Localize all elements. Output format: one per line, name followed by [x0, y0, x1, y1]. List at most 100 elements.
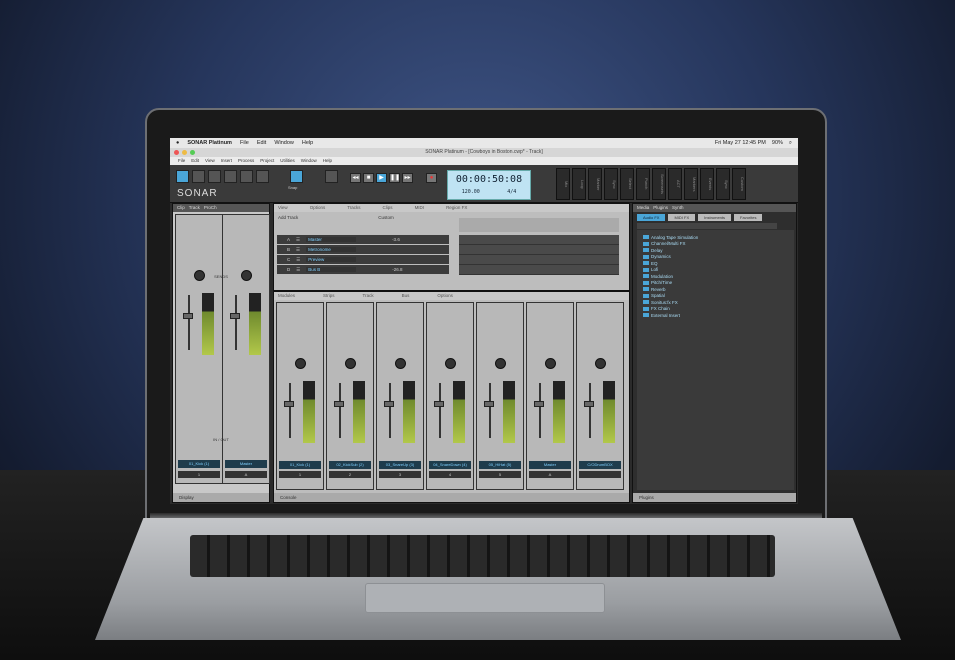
module-markers[interactable]: Markers — [684, 168, 698, 200]
track-row[interactable]: A ☰ Master -3.6 — [277, 235, 449, 244]
pan-knob[interactable] — [495, 358, 506, 369]
trackview-menu[interactable]: Options — [310, 204, 326, 212]
volume-fader[interactable] — [539, 383, 541, 438]
module-mix[interactable]: Mix — [556, 168, 570, 200]
console-menu[interactable]: Track — [363, 292, 374, 300]
fader-cap[interactable] — [484, 401, 494, 407]
tab-clip[interactable]: Clip — [177, 204, 185, 212]
fader-cap[interactable] — [230, 313, 240, 319]
apple-icon[interactable]: ● — [176, 140, 179, 146]
forward-button[interactable]: ▸▸ — [402, 173, 413, 183]
track-name[interactable]: Bus B — [306, 267, 357, 272]
zoom-button[interactable] — [190, 150, 195, 155]
volume-fader[interactable] — [389, 383, 391, 438]
volume-fader[interactable] — [439, 383, 441, 438]
console-menu[interactable]: Bus — [402, 292, 410, 300]
tab-synth[interactable]: Synth — [672, 204, 684, 212]
strip-name[interactable]: Master — [529, 461, 571, 469]
fader-cap[interactable] — [334, 401, 344, 407]
track-name[interactable]: Metronome — [306, 247, 357, 252]
add-track-button[interactable]: Add Track — [278, 215, 298, 220]
pan-knob[interactable] — [445, 358, 456, 369]
app-menu-item[interactable]: Window — [301, 157, 317, 165]
module-sync[interactable]: Sync — [604, 168, 618, 200]
module-loop[interactable]: Loop — [572, 168, 586, 200]
app-menu-item[interactable]: Utilities — [280, 157, 295, 165]
snap-button[interactable] — [290, 170, 303, 183]
menu-file[interactable]: File — [240, 140, 249, 146]
app-menu-item[interactable]: Insert — [221, 157, 232, 165]
fader-cap[interactable] — [534, 401, 544, 407]
trackview-menu[interactable]: Clips — [383, 204, 393, 212]
trackview-menu[interactable]: MIDI — [415, 204, 425, 212]
volume-fader[interactable] — [339, 383, 341, 438]
module-punch[interactable]: Punch — [636, 168, 650, 200]
minimize-button[interactable] — [182, 150, 187, 155]
fader-cap[interactable] — [183, 313, 193, 319]
console-menu[interactable]: Strips — [323, 292, 335, 300]
strip-name[interactable]: 01_Kick (1) — [178, 460, 220, 468]
console-menu[interactable]: Options — [437, 292, 453, 300]
app-menu-item[interactable]: View — [205, 157, 215, 165]
smart-tool[interactable] — [176, 170, 189, 183]
pan-knob[interactable] — [395, 358, 406, 369]
rewind-button[interactable]: ◂◂ — [350, 173, 361, 183]
close-button[interactable] — [174, 150, 179, 155]
plugin-search-input[interactable] — [637, 223, 777, 229]
pause-button[interactable]: ❚❚ — [389, 173, 400, 183]
plugin-folder[interactable]: External Insert — [643, 312, 788, 319]
app-menu-item[interactable]: Process — [238, 157, 254, 165]
clips-pane[interactable] — [459, 235, 619, 275]
track-volume[interactable]: -3.6 — [392, 237, 400, 242]
record-button[interactable]: ● — [426, 173, 437, 183]
volume-fader[interactable] — [589, 383, 591, 438]
module-screensets[interactable]: Screensets — [652, 168, 666, 200]
volume-fader[interactable] — [188, 295, 190, 350]
strip-name[interactable]: C/ODrumBOX — [579, 461, 621, 469]
display-button[interactable]: Display — [173, 493, 269, 502]
edit-tool[interactable] — [224, 170, 237, 183]
module-act[interactable]: ACT — [668, 168, 682, 200]
menu-edit[interactable]: Edit — [257, 140, 266, 146]
mixer-button[interactable] — [325, 170, 338, 183]
stop-button[interactable]: ■ — [363, 173, 374, 183]
move-tool[interactable] — [208, 170, 221, 183]
timeline-ruler[interactable] — [459, 218, 619, 232]
console-menu[interactable]: Modules — [278, 292, 295, 300]
strip-name[interactable]: 02_KickSub (2) — [329, 461, 371, 469]
module-marker[interactable]: Marker — [588, 168, 602, 200]
pan-knob[interactable] — [595, 358, 606, 369]
strip-name[interactable]: 01_Kick (1) — [279, 461, 321, 469]
track-row[interactable]: B ☰ Metronome — [277, 245, 449, 254]
trackview-menu[interactable]: Region FX — [446, 204, 467, 212]
menu-help[interactable]: Help — [302, 140, 313, 146]
tab-console[interactable]: Console — [274, 493, 629, 502]
module-events[interactable]: Events — [700, 168, 714, 200]
strip-name[interactable]: 04_SnareDown (4) — [429, 461, 471, 469]
subtab-favorites[interactable]: Favorites — [734, 214, 763, 221]
module-sync2[interactable]: Sync — [716, 168, 730, 200]
meter[interactable]: 4/4 — [507, 189, 516, 195]
tab-plugins[interactable]: Plugins — [653, 204, 668, 212]
trackview-menu[interactable]: View — [278, 204, 288, 212]
track-name[interactable]: Preview — [306, 257, 357, 262]
app-menu-item[interactable]: Help — [323, 157, 332, 165]
module-select[interactable]: Select — [620, 168, 634, 200]
tab-media[interactable]: Media — [637, 204, 649, 212]
track-row[interactable]: C ☰ Preview — [277, 255, 449, 264]
strip-name[interactable]: 05_HiHat (5) — [479, 461, 521, 469]
track-volume[interactable]: -26.8 — [392, 267, 402, 272]
track-row[interactable]: D ☰ Bus B -26.8 — [277, 265, 449, 274]
track-preset[interactable]: Custom — [378, 215, 394, 220]
tab-proch[interactable]: ProCh — [204, 204, 217, 212]
app-menu-item[interactable]: Project — [260, 157, 274, 165]
select-tool[interactable] — [192, 170, 205, 183]
volume-fader[interactable] — [235, 295, 237, 350]
fader-cap[interactable] — [384, 401, 394, 407]
tab-track[interactable]: Track — [189, 204, 200, 212]
pan-knob[interactable] — [345, 358, 356, 369]
pan-knob[interactable] — [295, 358, 306, 369]
fader-cap[interactable] — [434, 401, 444, 407]
subtab-midi-fx[interactable]: MIDI FX — [668, 214, 696, 221]
strip-name[interactable]: Master — [225, 460, 267, 468]
